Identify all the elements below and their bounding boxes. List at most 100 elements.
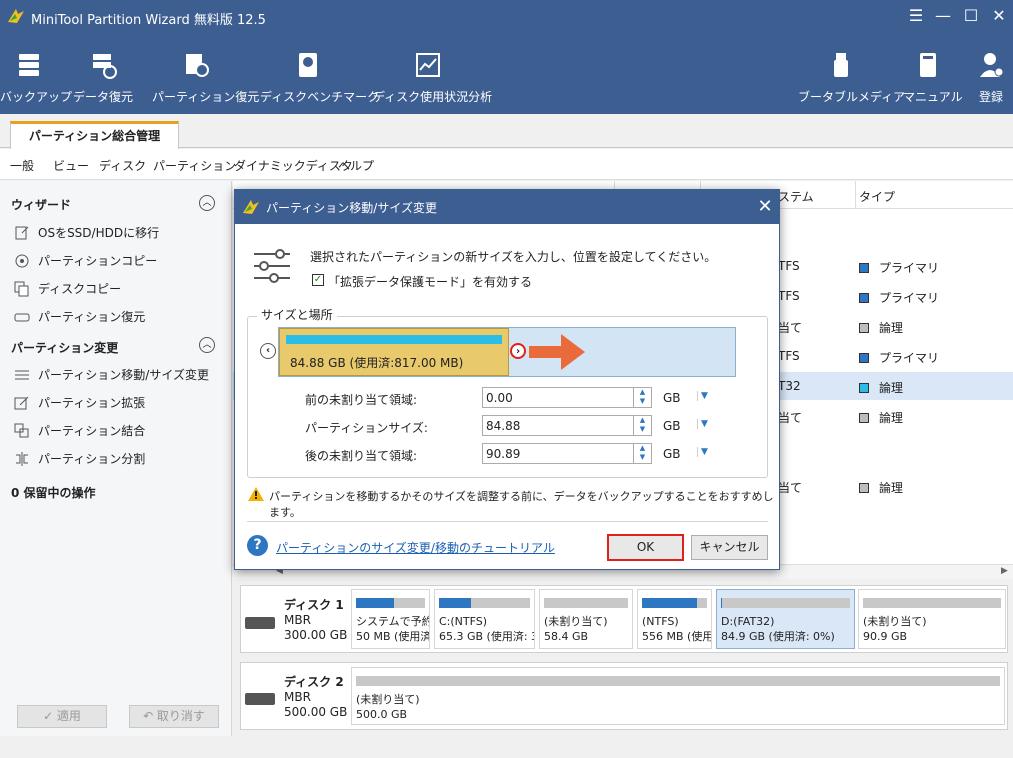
menu-disk[interactable]: ディスク xyxy=(99,157,146,174)
table-row-type[interactable]: 論理 xyxy=(859,479,903,496)
toolbar-register[interactable]: 登録 xyxy=(974,50,1008,105)
data-protection-checkbox[interactable]: ✓ xyxy=(312,274,324,286)
table-row-filesystem[interactable]: TFS xyxy=(778,259,800,273)
unallocated-after-label: 後の未割り当て領域: xyxy=(305,449,418,463)
disk-1-scheme: MBR xyxy=(284,613,311,627)
toolbar-manual[interactable]: マニュアル xyxy=(903,50,963,105)
close-window-button[interactable]: ✕ xyxy=(987,4,1011,28)
table-row-filesystem[interactable]: TFS xyxy=(778,349,800,363)
partition-usage-bar xyxy=(356,676,1000,686)
book-icon xyxy=(920,53,936,77)
dialog-separator xyxy=(247,521,768,522)
wizard-item-copy-partition[interactable]: パーティションコピー xyxy=(14,252,157,269)
disk-1-partition[interactable]: (未割り当て) 58.4 GB xyxy=(539,589,633,649)
app-title: MiniTool Partition Wizard 無料版 12.5 xyxy=(31,13,266,28)
move-left-arrow-icon[interactable]: ‹ xyxy=(260,343,276,359)
change-item-move-resize[interactable]: パーティション移動/サイズ変更 xyxy=(14,366,209,383)
disk-1-size: 300.00 GB xyxy=(284,628,348,642)
wizard-item-migrate-os[interactable]: OSをSSD/HDDに移行 xyxy=(14,224,159,241)
table-row-type[interactable]: 論理 xyxy=(859,319,903,336)
unit-dropdown-icon[interactable]: ▼ xyxy=(697,391,709,401)
change-item-merge[interactable]: パーティション結合 xyxy=(14,422,145,439)
column-type[interactable]: タイプ xyxy=(859,188,895,205)
menu-view[interactable]: ビュー xyxy=(53,157,89,174)
menu-help[interactable]: ヘルプ xyxy=(338,157,374,174)
partition-type-color-icon xyxy=(859,293,869,303)
toolbar-backup[interactable]: バックアップ xyxy=(0,50,72,105)
dialog-close-icon[interactable]: ✕ xyxy=(755,196,775,217)
app-logo-icon xyxy=(8,9,24,23)
table-row-filesystem[interactable]: 当て xyxy=(778,319,802,336)
unallocated-before-input[interactable]: 0.00 ▲ ▼ xyxy=(482,387,652,408)
partition-size-input[interactable]: 84.88 ▲ ▼ xyxy=(482,415,652,436)
ok-button[interactable]: OK xyxy=(607,534,684,561)
table-row-type[interactable]: プライマリ xyxy=(859,289,939,306)
maximize-button[interactable]: ☐ xyxy=(959,4,983,28)
menu-dynamic-disk[interactable]: ダイナミックディスク xyxy=(234,157,353,174)
toolbar-bootable-media[interactable]: ブータブルメディア xyxy=(798,50,906,105)
disk-1-name: ディスク 1 xyxy=(284,598,344,612)
data-protection-label[interactable]: 「拡張データ保護モード」を有効する xyxy=(328,273,532,290)
partition-label: C:(NTFS) xyxy=(439,615,488,628)
menu-general[interactable]: 一般 xyxy=(10,157,34,174)
disk-1-partition[interactable]: (未割り当て) 90.9 GB xyxy=(858,589,1006,649)
column-divider xyxy=(855,181,856,209)
disk-2-partition[interactable]: (未割り当て) 500.0 GB xyxy=(351,667,1005,725)
table-row-filesystem[interactable]: 当て xyxy=(778,409,802,426)
change-item-split-label: パーティション分割 xyxy=(38,452,146,466)
move-resize-dialog: パーティション移動/サイズ変更 ✕ 選択されたパーティションの新サイズを入力し、… xyxy=(234,189,780,570)
unit-dropdown-icon[interactable]: ▼ xyxy=(697,419,709,429)
wizard-item-partition-recovery[interactable]: パーティション復元 xyxy=(14,308,145,325)
table-row-filesystem[interactable]: TFS xyxy=(778,289,800,303)
change-item-extend[interactable]: パーティション拡張 xyxy=(14,394,145,411)
disk-1-partition[interactable]: (NTFS) 556 MB (使用 xyxy=(637,589,712,649)
split-partition-icon xyxy=(16,451,28,466)
table-row-filesystem[interactable]: 当て xyxy=(778,479,802,496)
wizard-item-copy-disk[interactable]: ディスクコピー xyxy=(14,280,121,297)
partition-size: 500.0 GB xyxy=(356,708,408,721)
table-row-type-label: プライマリ xyxy=(879,351,940,365)
toolbar-disk-benchmark[interactable]: ディスクベンチマーク xyxy=(260,50,379,105)
table-row-type[interactable]: 論理 xyxy=(859,409,903,426)
toolbar-partition-recovery[interactable]: パーティション復元 xyxy=(152,50,259,105)
disk-1-partition[interactable]: システムで予約 50 MB (使用済 xyxy=(351,589,430,649)
help-icon[interactable]: ? xyxy=(247,535,268,556)
unit-dropdown-icon[interactable]: ▼ xyxy=(697,447,709,457)
toolbar-manual-label: マニュアル xyxy=(903,90,963,104)
spinner-updown-icon[interactable]: ▲ ▼ xyxy=(633,388,651,407)
partition-type-color-icon xyxy=(859,353,869,363)
tutorial-link[interactable]: パーティションのサイズ変更/移動のチュートリアル xyxy=(276,539,555,556)
tab-partition-management[interactable]: パーティション総合管理 xyxy=(10,121,179,149)
menu-button[interactable]: ☰ xyxy=(904,4,928,28)
resize-right-arrow-icon[interactable]: › xyxy=(510,343,526,359)
cancel-button[interactable]: キャンセル xyxy=(691,535,768,560)
toolbar-register-label: 登録 xyxy=(978,90,1003,104)
toolbar-bootable-media-label: ブータブルメディア xyxy=(798,90,906,104)
dialog-instruction: 選択されたパーティションの新サイズを入力し、位置を設定してください。 xyxy=(310,250,717,264)
disk-1-partition[interactable]: D:(FAT32) 84.9 GB (使用済: 0%) xyxy=(716,589,855,649)
change-collapse-icon[interactable]: ︿ xyxy=(199,337,215,353)
partition-usage-bar xyxy=(439,598,530,608)
spinner-updown-icon[interactable]: ▲ ▼ xyxy=(633,444,651,463)
undo-button[interactable]: ↶ 取り消す xyxy=(129,705,219,728)
size-location-title: サイズと場所 xyxy=(257,306,337,323)
change-item-split[interactable]: パーティション分割 xyxy=(14,450,145,467)
scroll-right-icon[interactable]: ▶ xyxy=(1001,566,1008,576)
spinner-updown-icon[interactable]: ▲ ▼ xyxy=(633,416,651,435)
table-row-filesystem[interactable]: T32 xyxy=(778,379,801,393)
toolbar-data-recovery[interactable]: データ復元 xyxy=(72,50,134,105)
partition-label: D:(FAT32) xyxy=(721,615,775,628)
apply-button[interactable]: ✓ 適用 xyxy=(17,705,107,728)
table-row-type[interactable]: プライマリ xyxy=(859,349,939,366)
disk-1-partition[interactable]: C:(NTFS) 65.3 GB (使用済: 34 xyxy=(434,589,535,649)
toolbar-space-analyzer[interactable]: ディスク使用状況分析 xyxy=(373,50,492,105)
wizard-collapse-icon[interactable]: ︿ xyxy=(199,195,215,211)
partition-label: システムで予約 xyxy=(356,615,430,628)
table-row-type[interactable]: プライマリ xyxy=(859,259,939,276)
unallocated-after-input[interactable]: 90.89 ▲ ▼ xyxy=(482,443,652,464)
table-row-type[interactable]: 論理 xyxy=(859,379,903,396)
minimize-button[interactable]: — xyxy=(931,4,955,28)
column-filesystem[interactable]: ステム xyxy=(778,188,814,205)
disk-2-size: 500.00 GB xyxy=(284,705,348,719)
menu-partition[interactable]: パーティション xyxy=(153,157,236,174)
